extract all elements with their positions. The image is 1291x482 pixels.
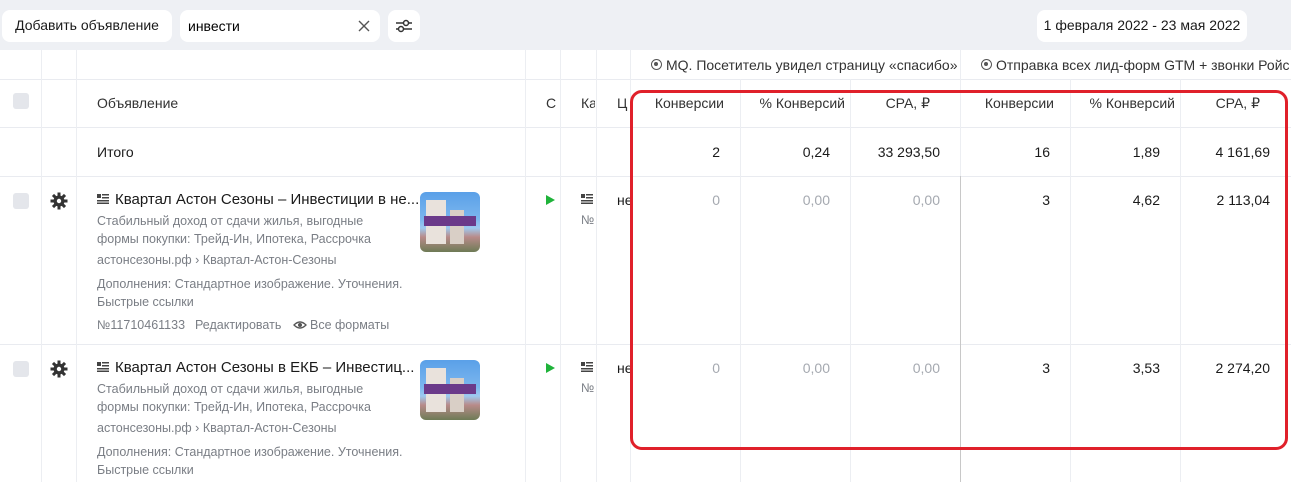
goal-group-header: MQ. Посетитель увидел страницу «спасибо» (666, 57, 958, 73)
metric-value: 3,53 (1132, 360, 1160, 376)
banner-strip (424, 216, 476, 226)
campaign-number: № (581, 381, 595, 395)
ad-id: №11710461133 (97, 318, 186, 332)
price-cell: не (617, 360, 630, 376)
ad-display-url: астонсезоны.рф › Квартал-Астон-Сезоны (97, 421, 337, 435)
totals-value: 33 293,50 (877, 144, 940, 160)
divider (560, 50, 561, 482)
metric-value: 3 (1042, 360, 1050, 376)
play-status-icon[interactable] (546, 363, 555, 373)
select-all-checkbox[interactable] (13, 93, 29, 109)
divider (0, 344, 1291, 345)
metric-value: 3 (1042, 192, 1050, 208)
ads-stats-table: MQ. Посетитель увидел страницу «спасибо»… (0, 50, 1291, 482)
totals-value: 2 (712, 144, 720, 160)
divider (76, 50, 77, 482)
text-ad-icon (97, 194, 109, 204)
column-header-conversions[interactable]: Конверсии (970, 95, 1054, 111)
date-range-picker[interactable]: 1 февраля 2022 - 23 мая 2022 (1037, 10, 1247, 42)
goal-group-header: Отправка всех лид-форм GTM + звонки Ройс… (996, 57, 1289, 73)
text-ad-icon (581, 362, 593, 372)
ad-title-link[interactable]: Квартал Астон Сезоны – Инвестиции в не..… (115, 191, 419, 208)
divider (850, 79, 851, 482)
ad-display-url: астонсезоны.рф › Квартал-Астон-Сезоны (97, 253, 337, 267)
column-header-conversions[interactable]: Конверсии (640, 95, 724, 111)
metric-value: 0,00 (912, 192, 940, 208)
metric-value: 0 (712, 360, 720, 376)
filter-sliders-icon (396, 19, 412, 33)
column-header-cpa[interactable]: CPA, ₽ (1190, 95, 1260, 112)
edit-ad-link[interactable]: Редактировать (195, 318, 281, 332)
add-ad-button[interactable]: Добавить объявление (2, 10, 172, 42)
divider (0, 79, 1291, 80)
divider (525, 50, 526, 482)
totals-label: Итого (97, 144, 134, 160)
column-header-campaign[interactable]: Ка (581, 95, 595, 111)
metric-value: 0,00 (802, 192, 830, 208)
ad-text: Стабильный доход от сдачи жилья, выгодны… (97, 214, 371, 246)
divider (596, 50, 597, 482)
ad-title-link[interactable]: Квартал Астон Сезоны в ЕКБ – Инвестиц... (115, 359, 414, 376)
column-header-cpa[interactable]: CPA, ₽ (860, 95, 930, 112)
metric-value: 0,00 (912, 360, 940, 376)
gear-icon[interactable] (50, 192, 68, 210)
ad-extensions: Дополнения: Стандартное изображение. Уто… (97, 445, 403, 477)
ad-thumbnail-image (420, 192, 480, 252)
search-field[interactable] (180, 10, 380, 42)
eye-icon (293, 321, 307, 329)
price-cell: не (617, 192, 630, 208)
campaign-number: № (581, 213, 595, 227)
divider (630, 50, 631, 482)
metric-value: 2 113,04 (1216, 192, 1270, 208)
clear-search-icon[interactable] (354, 16, 374, 36)
goal-target-icon (981, 59, 992, 70)
totals-value: 4 161,69 (1215, 144, 1271, 160)
metric-value: 0,00 (802, 360, 830, 376)
metric-value: 0 (712, 192, 720, 208)
ad-text: Стабильный доход от сдачи жилья, выгодны… (97, 382, 371, 414)
text-ad-icon (581, 194, 593, 204)
row-checkbox[interactable] (13, 193, 29, 209)
banner-strip (424, 384, 476, 394)
metric-value: 2 274,20 (1215, 360, 1271, 376)
totals-value: 16 (1034, 144, 1050, 160)
divider (1070, 79, 1071, 482)
ad-extensions: Дополнения: Стандартное изображение. Уто… (97, 277, 403, 309)
column-header-conversion-rate[interactable]: % Конверсий (1080, 95, 1175, 111)
divider (0, 127, 1291, 128)
play-status-icon[interactable] (546, 195, 555, 205)
divider (960, 176, 961, 482)
column-header-price[interactable]: Ц (617, 95, 629, 111)
column-header-conversion-rate[interactable]: % Конверсий (750, 95, 845, 111)
column-header-status[interactable]: С (546, 95, 558, 111)
goal-target-icon (651, 59, 662, 70)
search-input[interactable] (188, 17, 348, 35)
totals-value: 1,89 (1132, 144, 1160, 160)
divider (1180, 79, 1181, 482)
gear-icon[interactable] (50, 360, 68, 378)
metric-value: 4,62 (1132, 192, 1160, 208)
divider (41, 50, 42, 482)
column-header-ad[interactable]: Объявление (97, 95, 178, 111)
totals-value: 0,24 (802, 144, 830, 160)
row-checkbox[interactable] (13, 361, 29, 377)
all-formats-link[interactable]: Все форматы (310, 318, 389, 332)
ad-thumbnail-image (420, 360, 480, 420)
filter-settings-button[interactable] (388, 10, 420, 42)
text-ad-icon (97, 362, 109, 372)
divider (0, 176, 1291, 177)
divider (740, 79, 741, 482)
divider (960, 50, 961, 176)
